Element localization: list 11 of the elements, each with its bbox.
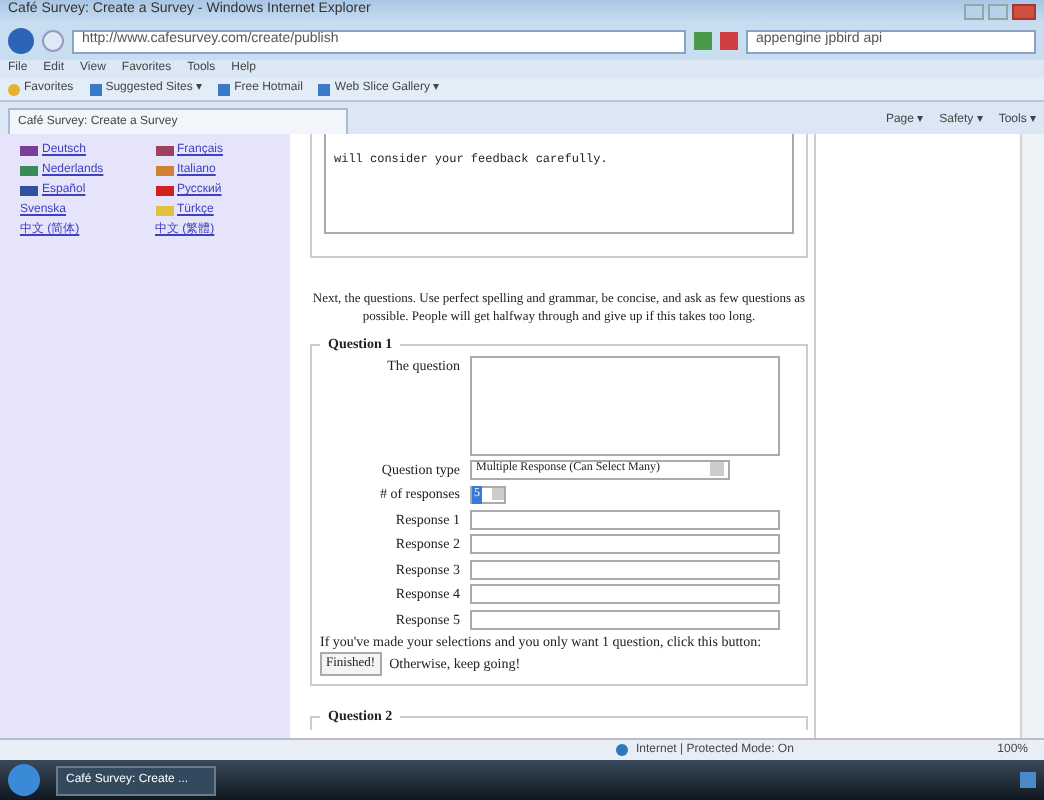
maximize-button[interactable]	[988, 3, 1008, 19]
minimize-button[interactable]	[964, 3, 984, 19]
forward-button[interactable]	[42, 30, 64, 52]
tray-icon	[1020, 772, 1036, 788]
back-button[interactable]	[8, 28, 34, 54]
page-icon	[318, 83, 331, 95]
start-button[interactable]	[8, 764, 40, 796]
page-icon	[89, 83, 102, 95]
globe-icon	[616, 744, 628, 756]
close-button[interactable]	[1012, 3, 1036, 19]
page-icon	[218, 83, 231, 95]
